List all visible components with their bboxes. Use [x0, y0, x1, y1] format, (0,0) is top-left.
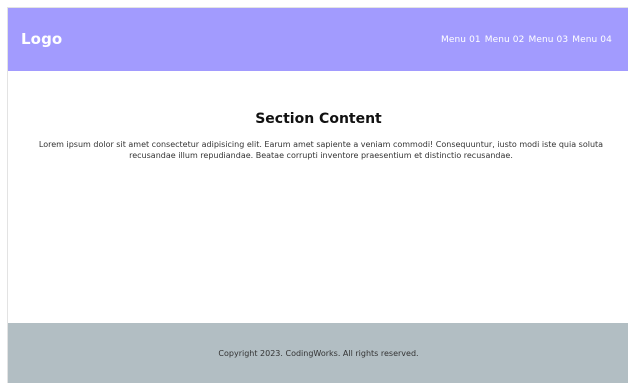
footer-bar: Copyright 2023. CodingWorks. All rights … — [8, 323, 628, 383]
section-title: Section Content — [255, 111, 382, 127]
menu-item-03[interactable]: Menu 03 — [528, 33, 568, 47]
page: Logo Menu 01 Menu 02 Menu 03 Menu 04 Sec… — [7, 7, 628, 383]
copyright-text: Copyright 2023. CodingWorks. All rights … — [218, 349, 419, 358]
section-paragraph: Lorem ipsum dolor sit amet consectetur a… — [38, 140, 604, 160]
nav-menu: Menu 01 Menu 02 Menu 03 Menu 04 — [441, 33, 612, 47]
content-section — [8, 71, 628, 323]
menu-item-04[interactable]: Menu 04 — [572, 33, 612, 47]
menu-item-01[interactable]: Menu 01 — [441, 33, 481, 47]
header-bar: Logo Menu 01 Menu 02 Menu 03 Menu 04 — [8, 8, 628, 71]
menu-item-02[interactable]: Menu 02 — [485, 33, 525, 47]
logo[interactable]: Logo — [21, 29, 62, 49]
